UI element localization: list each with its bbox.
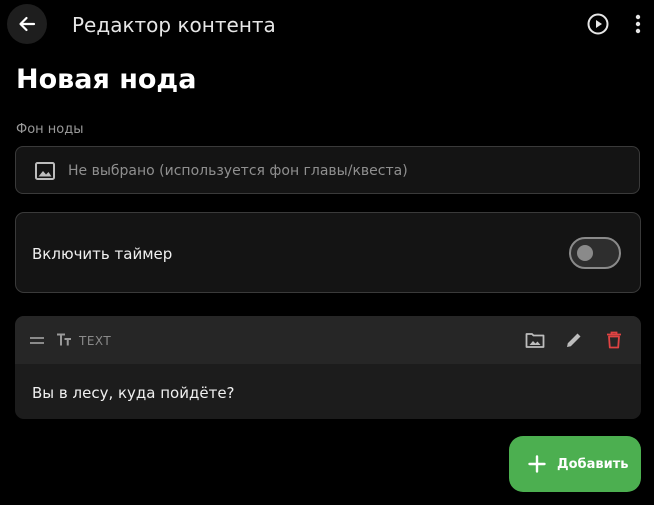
arrow-left-icon: [19, 16, 36, 32]
background-field-value: Не выбрано (используется фон главы/квест…: [68, 163, 408, 179]
top-app-bar: Редактор контента: [0, 0, 654, 50]
timer-toggle[interactable]: [569, 237, 621, 269]
back-button[interactable]: [7, 4, 47, 44]
delete-block-button[interactable]: [602, 328, 626, 352]
app-title: Редактор контента: [72, 13, 276, 37]
plus-icon: [528, 455, 546, 473]
add-button-label: Добавить: [557, 457, 629, 472]
edit-block-button[interactable]: [562, 328, 586, 352]
timer-card: Включить таймер: [15, 212, 641, 293]
play-button[interactable]: [585, 11, 611, 37]
block-type-label: TEXT: [79, 334, 112, 348]
content-block-header: TEXT: [15, 316, 641, 364]
image-icon: [35, 162, 55, 180]
drag-handle-icon[interactable]: [30, 337, 44, 345]
more-vert-icon: [635, 14, 641, 34]
timer-label: Включить таймер: [32, 245, 173, 263]
content-editor-screen: Редактор контента Новая нода Фон ноды Не…: [0, 0, 654, 505]
block-text-content[interactable]: Вы в лесу, куда пойдёте?: [32, 384, 235, 403]
edit-icon: [567, 333, 581, 347]
content-block: TEXT Вы в лесу, куда пойдёте?: [15, 316, 641, 419]
add-button[interactable]: Добавить: [509, 436, 641, 492]
toggle-knob: [577, 245, 593, 261]
background-field-label: Фон ноды: [16, 122, 84, 137]
delete-icon: [607, 331, 621, 349]
play-circle-icon: [587, 13, 609, 35]
text-fields-icon: [57, 333, 71, 346]
more-menu-button[interactable]: [627, 11, 649, 37]
image-select-icon: [525, 333, 545, 348]
background-picker-field[interactable]: Не выбрано (используется фон главы/квест…: [15, 146, 640, 194]
select-image-button[interactable]: [523, 328, 547, 352]
page-title: Новая нода: [16, 64, 197, 95]
